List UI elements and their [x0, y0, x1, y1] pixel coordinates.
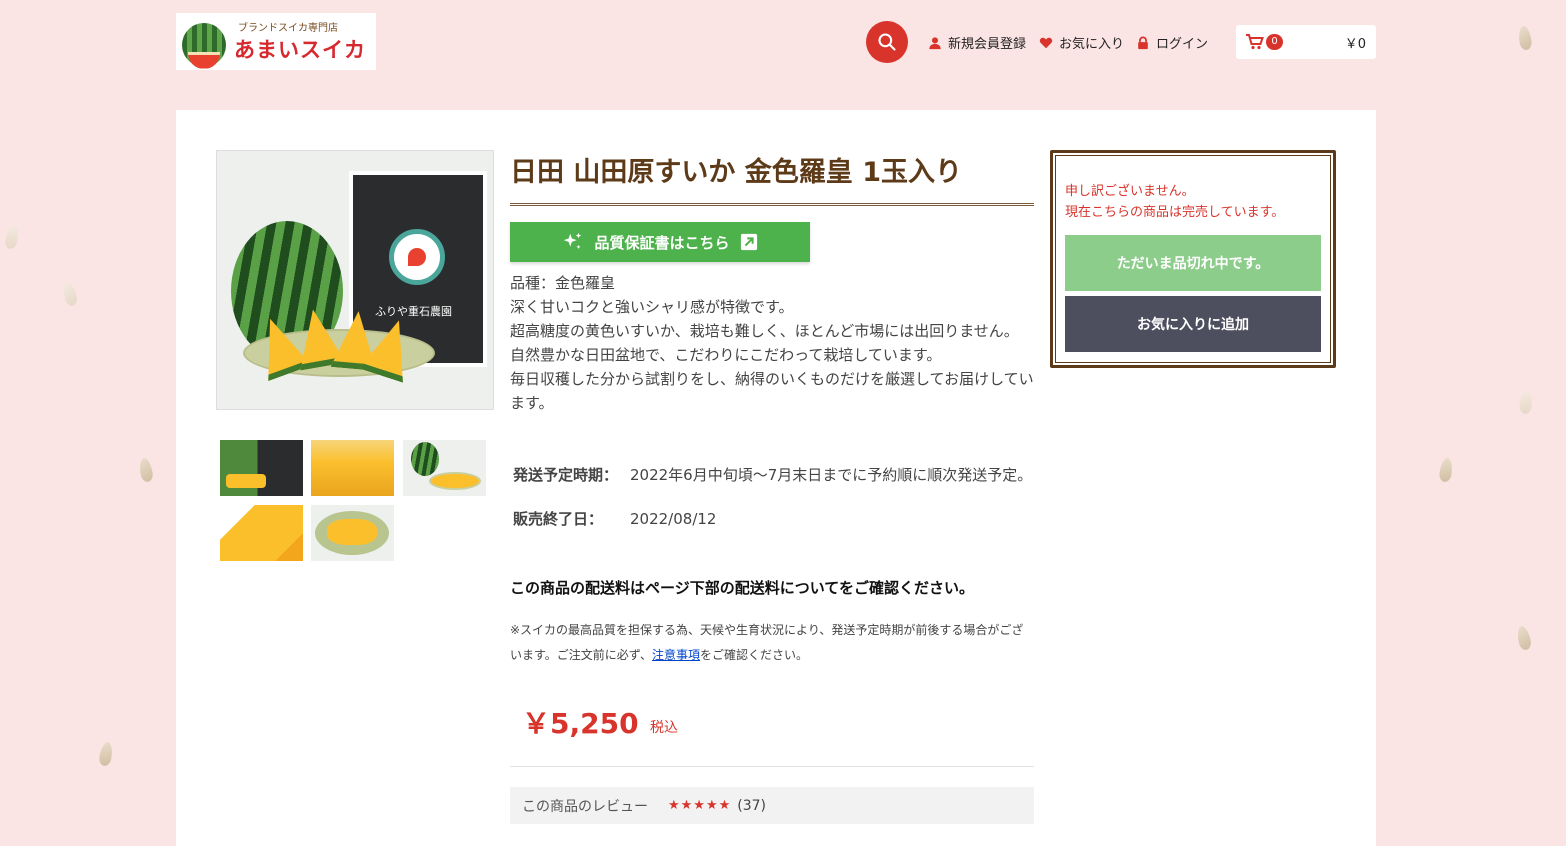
soldout-message-line: 現在こちらの商品は完売しています。: [1065, 205, 1285, 220]
review-label: この商品のレビュー: [522, 798, 648, 815]
product-description: 品種：金色羅皇 深く甘いコクと強いシャリ感が特徴です。 超高糖度の黄色いすいか、…: [510, 271, 1034, 415]
sparkle-icon: [564, 232, 582, 249]
background-seed: [138, 457, 154, 483]
logo-tagline: ブランドスイカ専門店: [238, 23, 338, 34]
review-count: (37): [737, 797, 767, 814]
description-line: 超高糖度の黄色いすいか、栽培も難しく、ほとんど市場には出回りません。: [510, 322, 1019, 340]
watermelon-logo-icon: [182, 22, 226, 69]
purchase-box: 申し訳ございません。 現在こちらの商品は完売しています。 ただいま品切れ中です。…: [1050, 150, 1336, 368]
thumbnail-4[interactable]: [220, 505, 303, 561]
caution-text-end: をご確認ください。: [699, 648, 808, 662]
review-summary[interactable]: この商品のレビュー ★★★★★ (37): [510, 787, 1034, 824]
register-label: 新規会員登録: [948, 37, 1027, 52]
shipping-note: この商品の配送料はページ下部の配送料についてをご確認ください。: [510, 579, 974, 597]
spec-key: 発送予定時期：: [513, 466, 619, 484]
add-to-favorites-button[interactable]: お気に入りに追加: [1065, 296, 1321, 352]
background-seed: [1515, 625, 1533, 651]
description-line: 深く甘いコクと強いシャリ感が特徴です。: [510, 298, 794, 316]
caution-link[interactable]: 注意事項: [652, 648, 700, 662]
search-icon: [878, 33, 896, 51]
package-label: ふりや重石農園: [375, 305, 452, 318]
login-link[interactable]: ログイン: [1136, 33, 1208, 52]
background-seed: [98, 741, 114, 767]
description-line: 自然豊かな日田盆地で、こだわりにこだわって栽培しています。: [510, 346, 942, 364]
tax-label: 税込: [650, 720, 678, 736]
background-seed: [3, 224, 21, 250]
user-icon: [929, 36, 941, 49]
background-seed: [1517, 25, 1533, 51]
divider: [510, 766, 1034, 767]
site-logo[interactable]: ブランドスイカ専門店 あまいスイカ: [176, 13, 376, 70]
lock-icon: [1138, 36, 1148, 49]
thumbnail-1[interactable]: [220, 440, 303, 496]
product-main-image[interactable]: ふりや重石農園: [216, 150, 494, 410]
spec-row-shipping-period: 発送予定時期： 2022年6月中旬頃～7月末日までに予約順に順次発送予定。: [510, 459, 1034, 491]
login-label: ログイン: [1156, 37, 1209, 52]
spec-value: 2022年6月中旬頃～7月末日までに予約順に順次発送予定。: [630, 466, 1033, 484]
external-link-icon: [740, 233, 757, 251]
caution-note: ※スイカの最高品質を担保する為、天候や生育状況により、発送予定時期が前後する場合…: [510, 618, 1034, 668]
heart-icon: [1039, 37, 1053, 48]
product-price: ￥5,250: [522, 707, 639, 740]
soldout-message: 申し訳ございません。 現在こちらの商品は完売しています。: [1065, 181, 1284, 223]
logo-name: あまいスイカ: [234, 37, 366, 62]
star-rating-icon: ★★★★★: [668, 798, 732, 813]
product-panel: ふりや重石農園 日田 山田原すいか 金色羅皇 1玉入り 品質保証書はこちら 品種…: [176, 110, 1376, 846]
product-title: 日田 山田原すいか 金色羅皇 1玉入り: [510, 150, 1034, 206]
search-button[interactable]: [866, 21, 908, 63]
spec-value: 2022/08/12: [630, 510, 717, 528]
thumbnail-5[interactable]: [311, 505, 394, 561]
soldout-button[interactable]: ただいま品切れ中です。: [1065, 235, 1321, 291]
cart-count-badge: 0: [1266, 34, 1283, 50]
description-line: 品種：金色羅皇: [510, 274, 616, 292]
cart-button[interactable]: 0 ￥0: [1236, 25, 1376, 59]
spec-row-sale-end: 販売終了日： 2022/08/12: [510, 503, 1034, 535]
spec-key: 販売終了日：: [513, 510, 604, 528]
thumbnail-2[interactable]: [311, 440, 394, 496]
soldout-message-line: 申し訳ございません。: [1065, 184, 1195, 199]
background-seed: [61, 280, 79, 308]
favorites-label: お気に入り: [1059, 37, 1125, 52]
thumbnail-3[interactable]: [403, 440, 486, 496]
favorites-link[interactable]: お気に入り: [1039, 33, 1124, 52]
cart-total: ￥0: [1344, 36, 1366, 52]
quality-certificate-label: 品質保証書はこちら: [594, 233, 730, 252]
background-seed: [1438, 457, 1454, 483]
register-link[interactable]: 新規会員登録: [928, 33, 1026, 52]
quality-certificate-button[interactable]: 品質保証書はこちら: [510, 222, 810, 262]
cart-icon: [1246, 34, 1264, 50]
farm-logo-icon: [389, 229, 445, 285]
description-line: 毎日収穫した分から試割りをし、納得のいくものだけを厳選してお届けしています。: [510, 370, 1034, 412]
background-seed: [1518, 389, 1534, 415]
product-specs: 発送予定時期： 2022年6月中旬頃～7月末日までに予約順に順次発送予定。 販売…: [510, 459, 1034, 547]
